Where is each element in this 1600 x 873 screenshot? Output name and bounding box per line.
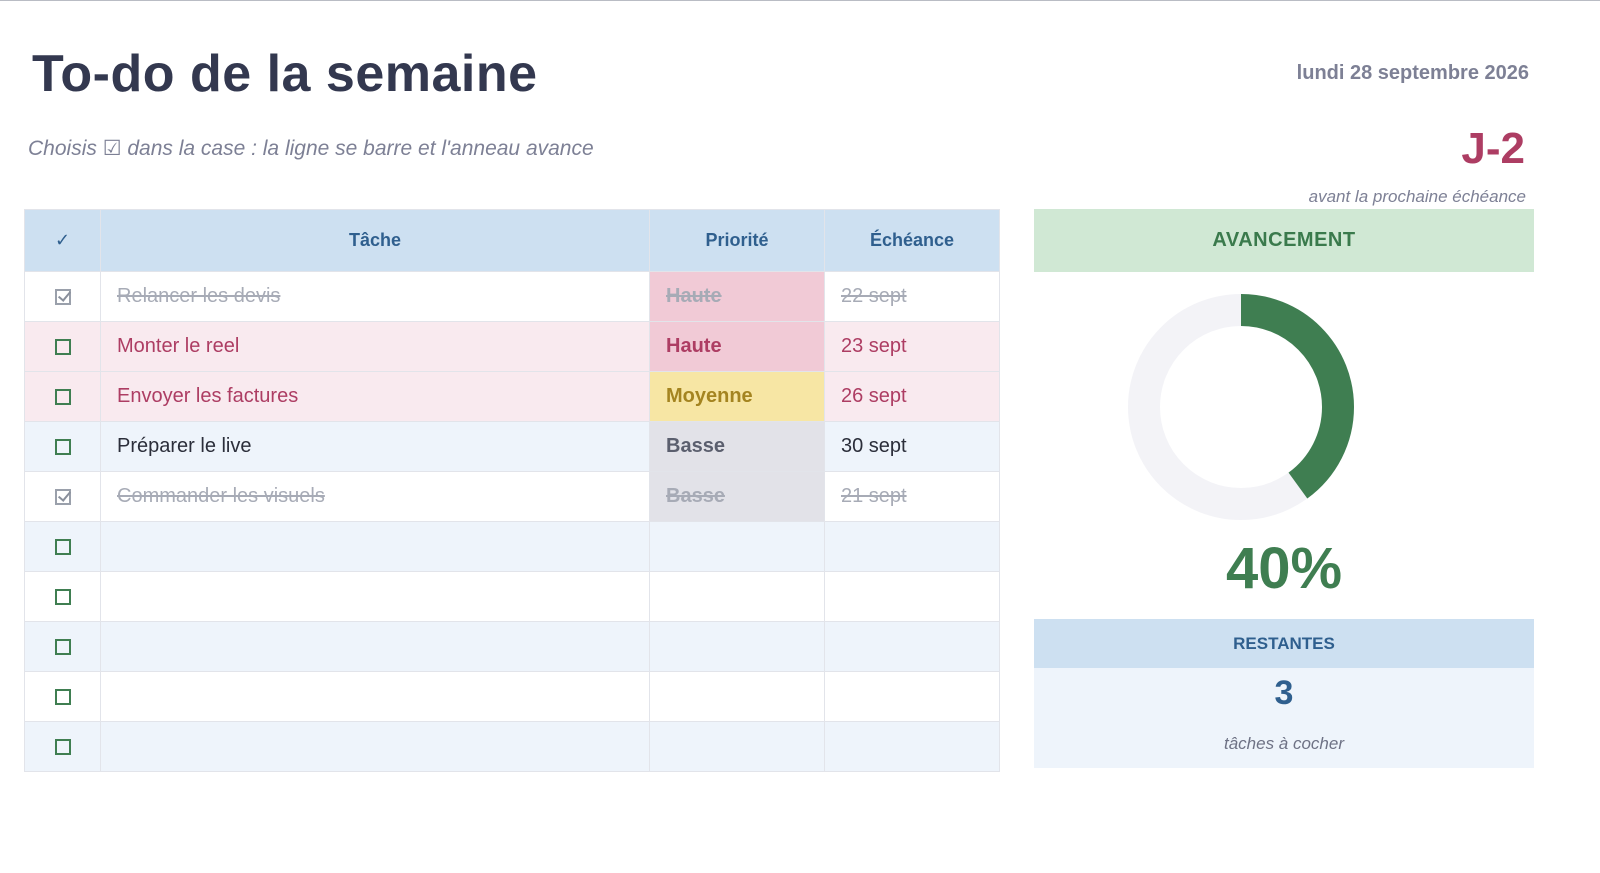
table-row [24,521,1000,572]
due-date-cell[interactable] [824,671,1000,722]
remaining-heading: RESTANTES [1034,619,1534,668]
due-date-cell[interactable]: 30 sept [824,421,1000,472]
checkbox[interactable] [54,638,71,655]
table-header-row: ✓ Tâche Priorité Échéance [24,209,1000,272]
table-row: Préparer le live Basse 30 sept [24,421,1000,472]
row-checkbox-cell [24,421,101,472]
checkbox[interactable] [54,738,71,755]
checkbox[interactable] [54,538,71,555]
priority-cell[interactable] [649,621,825,672]
column-header-check: ✓ [24,209,101,272]
current-date: lundi 28 septembre 2026 [1296,62,1529,84]
table-row: Monter le reel Haute 23 sept [24,321,1000,372]
priority-cell[interactable]: Moyenne [649,371,825,422]
column-header-priority: Priorité [649,209,825,272]
due-date-cell[interactable]: 23 sept [824,321,1000,372]
due-date-cell[interactable]: 26 sept [824,371,1000,422]
task-cell[interactable]: Monter le reel [100,321,650,372]
task-cell[interactable] [100,571,650,622]
row-checkbox-cell [24,721,101,772]
row-checkbox-cell [24,321,101,372]
checked-checkbox[interactable] [54,288,71,305]
row-checkbox-cell [24,571,101,622]
checkbox[interactable] [54,338,71,355]
top-border [0,0,1600,1]
instructions-text: Choisis ☑ dans la case : la ligne se bar… [28,137,594,160]
priority-cell[interactable] [649,571,825,622]
due-date-cell[interactable] [824,621,1000,672]
table-row: Envoyer les factures Moyenne 26 sept [24,371,1000,422]
table-row [24,571,1000,622]
task-cell[interactable]: Relancer les devis [100,271,650,322]
task-cell[interactable] [100,621,650,672]
remaining-count: 3 [1274,674,1294,712]
row-checkbox-cell [24,621,101,672]
priority-cell[interactable]: Basse [649,471,825,522]
row-checkbox-cell [24,271,101,322]
priority-cell[interactable]: Basse [649,421,825,472]
priority-cell[interactable]: Haute [649,321,825,372]
progress-heading: AVANCEMENT [1034,209,1534,272]
countdown-value: J-2 [1461,124,1525,173]
due-date-cell[interactable] [824,571,1000,622]
todo-table: ✓ Tâche Priorité Échéance Relancer les d… [24,209,1000,772]
task-cell[interactable] [100,521,650,572]
table-row: Commander les visuels Basse 21 sept [24,471,1000,522]
countdown-caption: avant la prochaine échéance [1308,187,1526,206]
due-date-cell[interactable] [824,521,1000,572]
row-checkbox-cell [24,371,101,422]
remaining-caption: tâches à cocher [1223,734,1344,753]
column-header-due: Échéance [824,209,1000,272]
progress-ring [1128,294,1354,520]
checkbox[interactable] [54,588,71,605]
table-row [24,721,1000,772]
table-row: Relancer les devis Haute 22 sept [24,271,1000,322]
progress-percent: 40% [1225,536,1343,601]
column-header-task: Tâche [100,209,650,272]
task-cell[interactable] [100,671,650,722]
checkbox[interactable] [54,688,71,705]
checked-checkbox[interactable] [54,488,71,505]
row-checkbox-cell [24,471,101,522]
task-cell[interactable]: Préparer le live [100,421,650,472]
priority-cell[interactable]: Haute [649,271,825,322]
table-row [24,671,1000,722]
checkbox[interactable] [54,438,71,455]
checkbox[interactable] [54,388,71,405]
priority-cell[interactable] [649,721,825,772]
row-checkbox-cell [24,521,101,572]
priority-cell[interactable] [649,521,825,572]
due-date-cell[interactable]: 21 sept [824,471,1000,522]
remaining-panel: 3 tâches à cocher [1034,668,1534,768]
row-checkbox-cell [24,671,101,722]
priority-cell[interactable] [649,671,825,722]
task-cell[interactable]: Envoyer les factures [100,371,650,422]
due-date-cell[interactable] [824,721,1000,772]
task-cell[interactable] [100,721,650,772]
table-row [24,621,1000,672]
task-cell[interactable]: Commander les visuels [100,471,650,522]
due-date-cell[interactable]: 22 sept [824,271,1000,322]
page-title: To-do de la semaine [32,45,538,103]
